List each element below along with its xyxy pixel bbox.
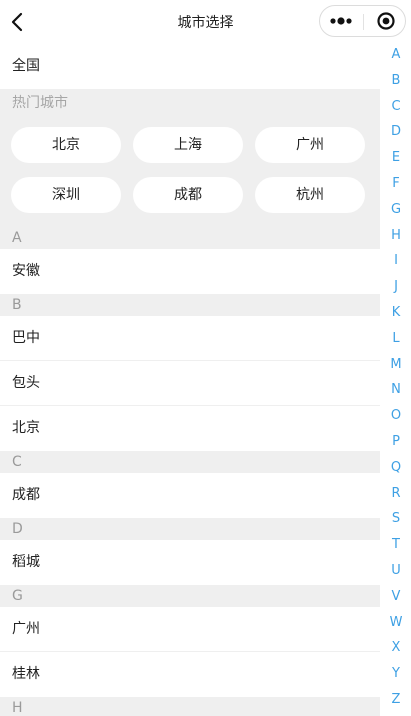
index-letter[interactable]: W — [384, 610, 408, 636]
index-letter[interactable]: X — [384, 635, 408, 661]
hot-city-chip[interactable]: 深圳 — [11, 177, 121, 213]
index-letter[interactable]: T — [384, 532, 408, 558]
index-letter[interactable]: K — [384, 300, 408, 326]
index-letter[interactable]: H — [384, 223, 408, 249]
section-header: D — [0, 518, 380, 540]
city-row[interactable]: 稻城 — [0, 540, 380, 585]
hot-city-chip[interactable]: 北京 — [11, 127, 121, 163]
city-row[interactable]: 广州 — [0, 607, 380, 652]
index-letter[interactable]: J — [384, 274, 408, 300]
hot-city-chip[interactable]: 成都 — [133, 177, 243, 213]
menu-capsule — [319, 5, 406, 37]
more-button[interactable] — [320, 6, 363, 36]
index-letter[interactable]: A — [384, 42, 408, 68]
navigation-bar: 城市选择 — [0, 0, 411, 44]
hot-city-chip[interactable]: 广州 — [255, 127, 365, 163]
more-dots-icon — [330, 17, 352, 25]
index-letter[interactable]: O — [384, 403, 408, 429]
close-button[interactable] — [364, 6, 406, 36]
city-row[interactable]: 巴中 — [0, 316, 380, 361]
index-letter[interactable]: G — [384, 197, 408, 223]
hot-cities-grid: 北京 上海 广州 深圳 成都 杭州 — [0, 117, 380, 227]
city-row[interactable]: 包头 — [0, 361, 380, 406]
index-letter[interactable]: Y — [384, 661, 408, 687]
section-header: A — [0, 227, 380, 249]
index-letter[interactable]: B — [384, 68, 408, 94]
section-header: G — [0, 585, 380, 607]
index-letter[interactable]: R — [384, 481, 408, 507]
index-letter[interactable]: S — [384, 506, 408, 532]
hot-city-chip[interactable]: 杭州 — [255, 177, 365, 213]
city-row[interactable]: 安徽 — [0, 249, 380, 294]
index-letter[interactable]: I — [384, 248, 408, 274]
index-letter[interactable]: M — [384, 352, 408, 378]
hot-cities-title: 热门城市 — [0, 89, 380, 117]
index-letter[interactable]: Z — [384, 687, 408, 713]
index-letter[interactable]: C — [384, 94, 408, 120]
index-letter[interactable]: P — [384, 429, 408, 455]
index-letter[interactable]: V — [384, 584, 408, 610]
section-header: C — [0, 451, 380, 473]
target-close-icon — [377, 12, 395, 30]
section-header: H — [0, 697, 380, 716]
city-row[interactable]: 北京 — [0, 406, 380, 451]
city-row[interactable]: 成都 — [0, 473, 380, 518]
index-letter[interactable]: Q — [384, 455, 408, 481]
index-letter[interactable]: D — [384, 119, 408, 145]
hot-city-chip[interactable]: 上海 — [133, 127, 243, 163]
city-list[interactable]: 全国 热门城市 北京 上海 广州 深圳 成都 杭州 A 安徽 B 巴中 包头 北… — [0, 44, 380, 716]
index-letter[interactable]: F — [384, 171, 408, 197]
index-letter[interactable]: E — [384, 145, 408, 171]
index-letter[interactable]: U — [384, 558, 408, 584]
country-row[interactable]: 全国 — [0, 44, 380, 89]
section-header: B — [0, 294, 380, 316]
alphabet-index-bar: A B C D E F G H I J K L M N O P Q R S T … — [384, 42, 408, 713]
index-letter[interactable]: L — [384, 326, 408, 352]
index-letter[interactable]: N — [384, 377, 408, 403]
city-row[interactable]: 桂林 — [0, 652, 380, 697]
